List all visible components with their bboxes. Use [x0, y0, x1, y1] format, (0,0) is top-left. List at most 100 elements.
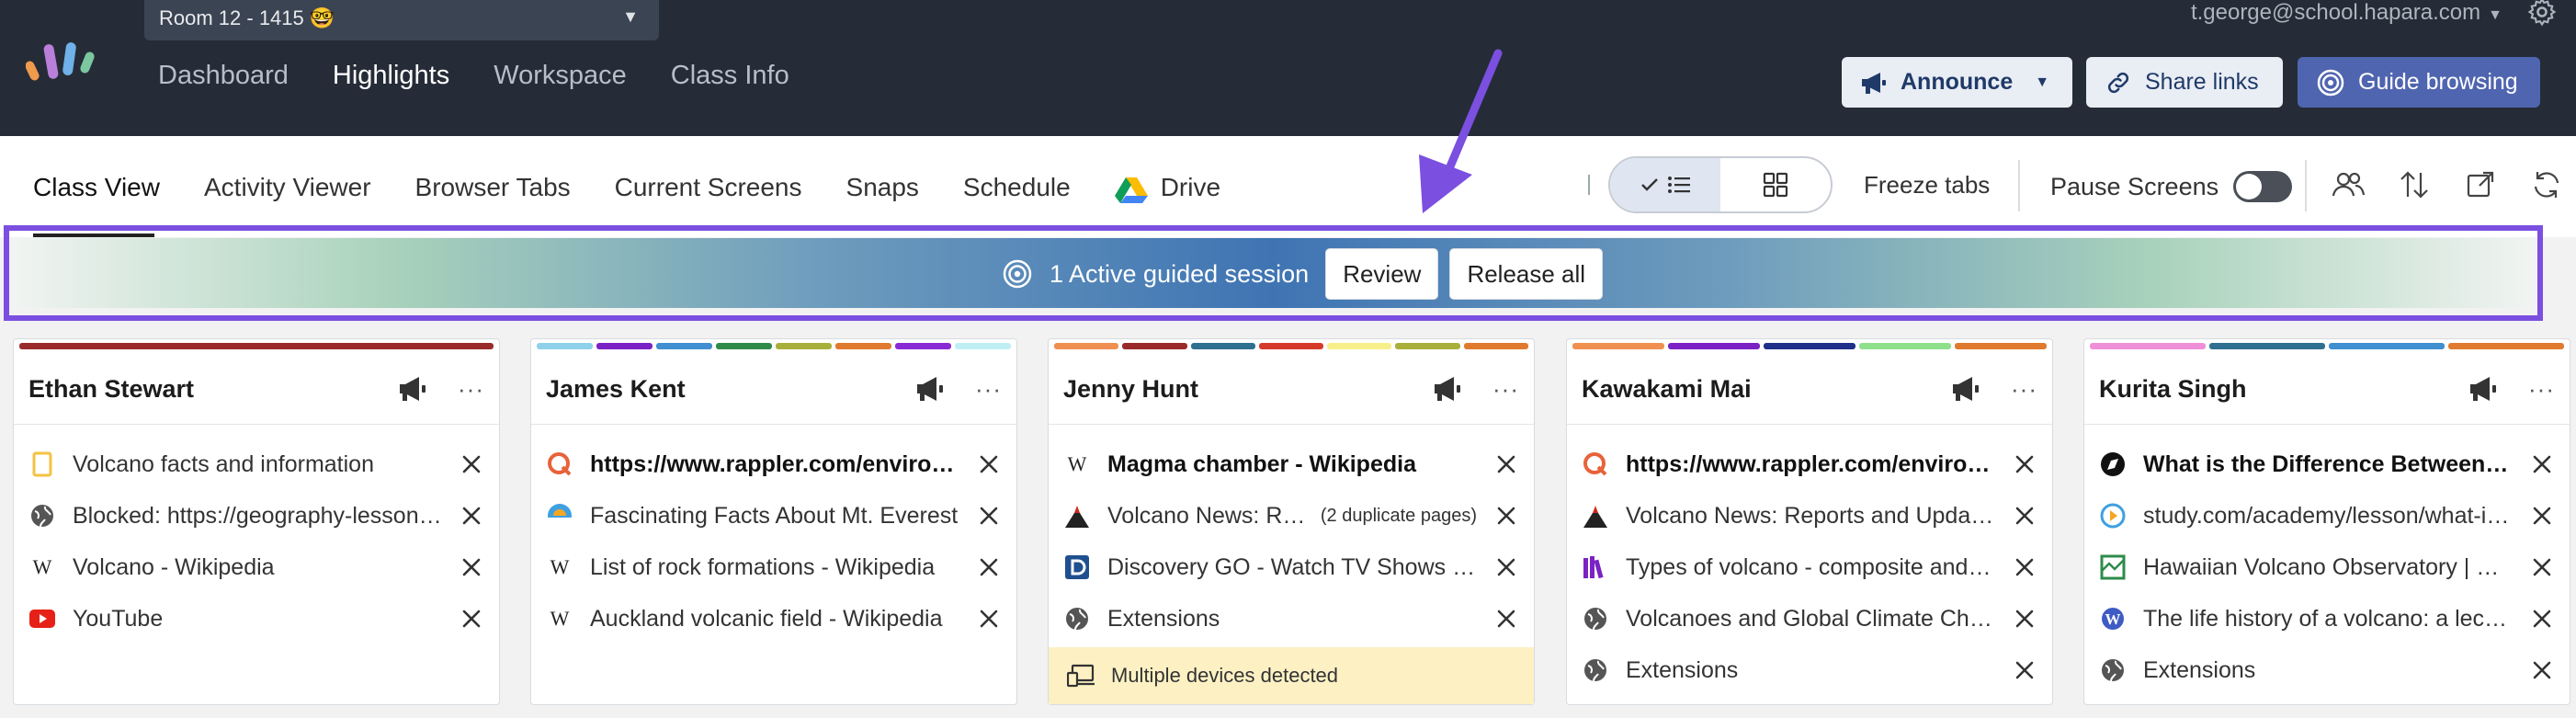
announce-button[interactable]: Announce ▼ [1842, 57, 2072, 108]
tab-title: Blocked: https://geography-lessons.com [73, 502, 442, 529]
grid-view-toggle[interactable] [1720, 158, 1831, 211]
close-tab-icon[interactable] [976, 451, 1002, 477]
nav-highlights[interactable]: Highlights [333, 61, 449, 91]
tab-row[interactable]: W Magma chamber - Wikipedia [1063, 439, 1519, 490]
close-tab-icon[interactable] [2529, 606, 2555, 632]
close-tab-icon[interactable] [1493, 554, 1519, 580]
student-card[interactable]: Kawakami Mai ··· https://www.rappler.com/e… [1566, 338, 2053, 705]
tab-row[interactable]: Extensions [1063, 593, 1519, 644]
close-tab-icon[interactable] [2012, 554, 2037, 580]
tab-activity-viewer[interactable]: Activity Viewer [204, 173, 371, 202]
more-options-icon[interactable]: ··· [2011, 375, 2037, 404]
student-card[interactable]: Ethan Stewart ··· Volcano facts and inform… [13, 338, 500, 705]
external-link-icon[interactable] [2463, 167, 2498, 202]
room-select[interactable]: Room 12 - 1415 🤓 ▼ [144, 0, 659, 40]
tab-row[interactable]: Volcano facts and information [28, 439, 484, 490]
tab-title: Extensions [2143, 656, 2256, 683]
close-tab-icon[interactable] [2529, 451, 2555, 477]
close-tab-icon[interactable] [2529, 554, 2555, 580]
close-tab-icon[interactable] [2529, 657, 2555, 683]
tab-row[interactable]: Volcano News: Reports (2 duplicate pages) [1063, 490, 1519, 541]
tab-row[interactable]: Hawaiian Volcano Observatory | USGS [2099, 541, 2555, 593]
release-all-button[interactable]: Release all [1449, 248, 1604, 300]
guide-browsing-button[interactable]: Guide browsing [2298, 57, 2540, 108]
tab-row[interactable]: study.com/academy/lesson/what-is-magma [2099, 490, 2555, 541]
close-tab-icon[interactable] [1493, 451, 1519, 477]
tab-class-view[interactable]: Class View [33, 173, 160, 202]
tab-schedule[interactable]: Schedule [963, 173, 1071, 202]
nav-dashboard[interactable]: Dashboard [158, 61, 289, 91]
close-tab-icon[interactable] [976, 503, 1002, 529]
freeze-tabs-button[interactable]: Freeze tabs [1864, 171, 1990, 199]
tab-row[interactable]: W Volcano - Wikipedia [28, 541, 484, 593]
close-tab-icon[interactable] [976, 554, 1002, 580]
tab-row[interactable]: What is the Difference Between Magma [2099, 439, 2555, 490]
tab-row[interactable]: Blocked: https://geography-lessons.com [28, 490, 484, 541]
close-tab-icon[interactable] [2012, 503, 2037, 529]
more-options-icon[interactable]: ··· [1492, 375, 1519, 404]
card-header: James Kent ··· [546, 370, 1002, 407]
duplicate-pages-label: (2 duplicate pages) [1320, 505, 1477, 526]
tab-row[interactable]: Extensions [2099, 644, 2555, 696]
hapara-logo[interactable] [26, 39, 103, 86]
nav-workspace[interactable]: Workspace [494, 61, 627, 91]
student-name: Kawakami Mai [1582, 374, 1752, 403]
pause-screens-toggle[interactable] [2233, 171, 2293, 202]
nav-class-info[interactable]: Class Info [671, 61, 789, 91]
tab-row[interactable]: YouTube [28, 593, 484, 644]
close-tab-icon[interactable] [459, 503, 484, 529]
close-tab-icon[interactable] [2012, 657, 2037, 683]
tab-row[interactable]: W The life history of a volcano: a lectur… [2099, 593, 2555, 644]
rappler-icon [546, 450, 573, 478]
refresh-icon[interactable] [2529, 167, 2564, 202]
student-card[interactable]: Kurita Singh ··· What is the Difference Be… [2083, 338, 2570, 705]
close-tab-icon[interactable] [459, 451, 484, 477]
close-tab-icon[interactable] [2012, 451, 2037, 477]
close-tab-icon[interactable] [2012, 606, 2037, 632]
share-links-button[interactable]: Share links [2086, 57, 2283, 108]
megaphone-icon[interactable] [914, 375, 946, 403]
divider [1588, 175, 1590, 195]
tab-row[interactable]: Discovery GO - Watch TV Shows Online [1063, 541, 1519, 593]
close-tab-icon[interactable] [1493, 606, 1519, 632]
review-button[interactable]: Review [1325, 248, 1439, 300]
student-card[interactable]: James Kent ··· https://www.rappler.com/env… [530, 338, 1017, 705]
tab-snaps[interactable]: Snaps [846, 173, 919, 202]
close-tab-icon[interactable] [976, 606, 1002, 632]
megaphone-icon[interactable] [397, 375, 428, 403]
tab-row[interactable]: W Auckland volcanic field - Wikipedia [546, 593, 1002, 644]
announce-label: Announce [1901, 69, 2014, 95]
more-options-icon[interactable]: ··· [458, 375, 484, 404]
sort-icon[interactable] [2397, 167, 2432, 202]
tab-row[interactable]: Extensions [1582, 644, 2037, 696]
close-tab-icon[interactable] [459, 606, 484, 632]
check-icon [1641, 178, 1658, 191]
megaphone-icon[interactable] [1950, 375, 1981, 403]
more-options-icon[interactable]: ··· [975, 375, 1002, 404]
list-view-toggle[interactable] [1610, 158, 1720, 211]
users-icon[interactable] [2331, 167, 2366, 202]
user-menu[interactable]: t.george@school.hapara.com ▼ [2191, 0, 2502, 26]
megaphone-icon[interactable] [2468, 375, 2499, 403]
student-name: Jenny Hunt [1063, 374, 1199, 403]
tab-drive[interactable]: Drive [1114, 173, 1220, 203]
tab-row[interactable]: Fascinating Facts About Mt. Everest [546, 490, 1002, 541]
tab-browser-tabs[interactable]: Browser Tabs [415, 173, 571, 202]
tab-row[interactable]: W List of rock formations - Wikipedia [546, 541, 1002, 593]
tab-row[interactable]: https://www.rappler.com/environment [546, 439, 1002, 490]
megaphone-icon[interactable] [1432, 375, 1463, 403]
tab-current-screens[interactable]: Current Screens [615, 173, 802, 202]
tab-title: Volcano News: Reports [1107, 502, 1308, 529]
close-tab-icon[interactable] [2529, 503, 2555, 529]
tab-row[interactable]: Volcanoes and Global Climate Change [1582, 593, 2037, 644]
divider [2305, 160, 2307, 211]
student-card[interactable]: Jenny Hunt ··· W Magma chamber - Wikipedia V… [1048, 338, 1535, 705]
close-tab-icon[interactable] [1493, 503, 1519, 529]
more-options-icon[interactable]: ··· [2528, 375, 2555, 404]
tab-row[interactable]: Volcano News: Reports and Updates [1582, 490, 2037, 541]
tab-row[interactable]: https://www.rappler.com/environment [1582, 439, 2037, 490]
close-tab-icon[interactable] [459, 554, 484, 580]
gear-icon[interactable] [2526, 0, 2558, 28]
tab-row[interactable]: Types of volcano - composite and shield [1582, 541, 2037, 593]
tab-color-bar [1572, 343, 2047, 349]
